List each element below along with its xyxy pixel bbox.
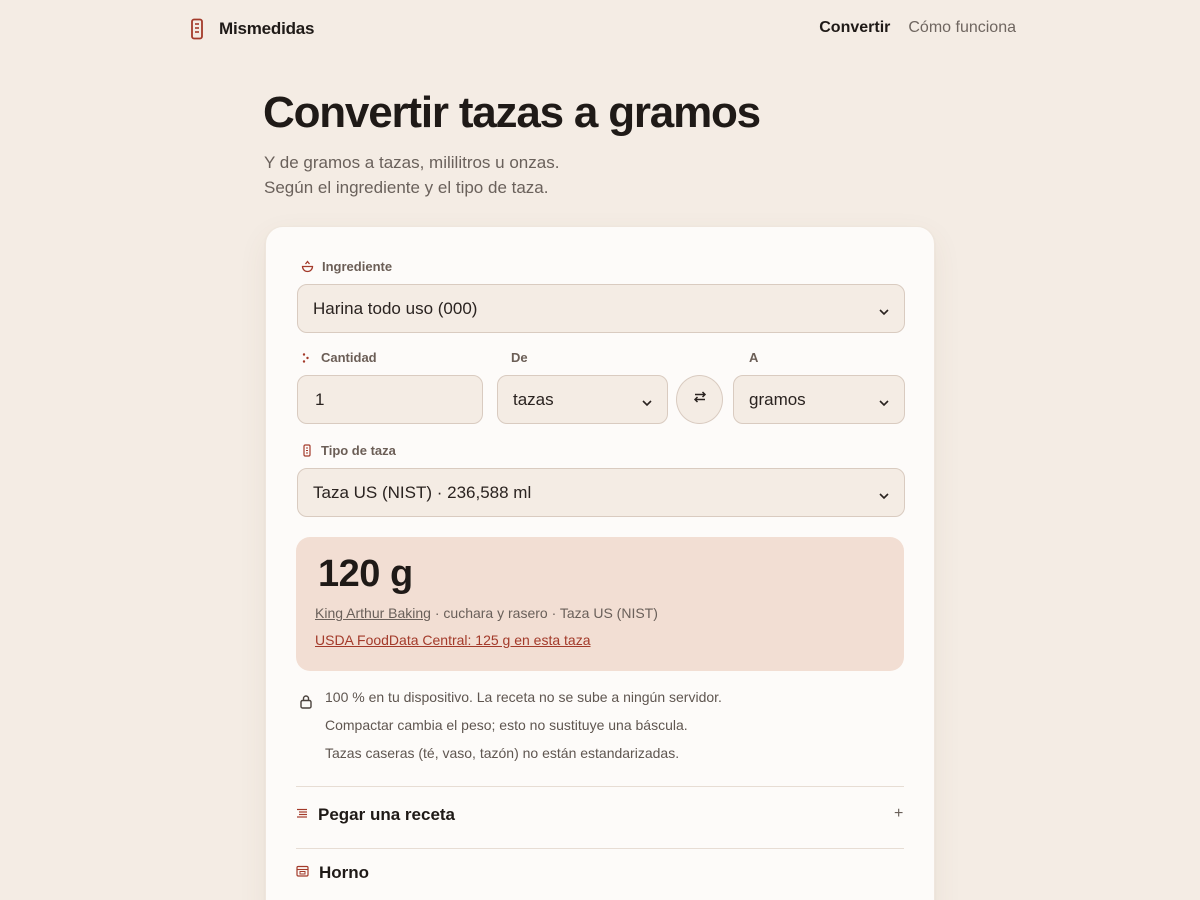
quantity-label: Cantidad [301, 350, 377, 365]
cup-type-label-text: Tipo de taza [321, 443, 396, 458]
cup-type-select[interactable]: Taza US (NIST) · 236,588 ml [297, 468, 905, 517]
result-value: 120 g [318, 553, 413, 595]
paste-recipe-title: Pegar una receta [318, 805, 456, 824]
quantity-value: 1 [315, 389, 325, 409]
top-bar: Mismedidas Convertir Cómo funciona [0, 0, 1200, 60]
brand[interactable]: Mismedidas [189, 18, 315, 40]
chevron-down-icon [641, 394, 653, 414]
quantity-label-text: Cantidad [321, 350, 377, 365]
dots-icon [301, 352, 313, 364]
to-unit-value: gramos [749, 389, 806, 409]
quantity-input[interactable]: 1 [297, 375, 483, 424]
list-icon [296, 806, 308, 824]
main-nav: Convertir Cómo funciona [819, 19, 1016, 37]
chevron-down-icon [878, 394, 890, 414]
divider [296, 786, 904, 787]
chevron-down-icon [878, 303, 890, 323]
divider [296, 848, 904, 849]
page-subtitle: Y de gramos a tazas, mililitros u onzas.… [264, 150, 559, 200]
result-source: King Arthur Baking · cuchara y rasero · … [315, 605, 658, 621]
converter-card: Ingrediente Harina todo uso (000) Cantid… [265, 226, 935, 900]
nav-convertir[interactable]: Convertir [819, 19, 890, 37]
from-unit-select[interactable]: tazas [497, 375, 668, 424]
source-details: · cuchara y rasero · Taza US (NIST) [430, 605, 658, 621]
paste-recipe-toggle[interactable]: Pegar una receta [296, 805, 455, 825]
ingredient-label: Ingrediente [301, 259, 392, 274]
swap-units-button[interactable] [676, 375, 723, 424]
ingredient-select[interactable]: Harina todo uso (000) [297, 284, 905, 333]
oven-title: Horno [319, 863, 370, 882]
brand-name: Mismedidas [219, 19, 315, 38]
ingredient-value: Harina todo uso (000) [313, 298, 478, 318]
chevron-down-icon [878, 487, 890, 507]
cup-type-label: Tipo de taza [301, 443, 396, 458]
subtitle-line-1: Y de gramos a tazas, mililitros u onzas. [264, 153, 560, 172]
result-panel: 120 g King Arthur Baking · cuchara y ras… [296, 537, 904, 671]
ruler-icon [301, 444, 313, 457]
bowl-icon [301, 260, 314, 273]
page-title: Convertir tazas a gramos [263, 88, 761, 137]
oven-section-header: Horno [296, 863, 369, 883]
ingredient-label-text: Ingrediente [322, 259, 393, 274]
subtitle-line-2: Según el ingrediente y el tipo de taza. [264, 178, 549, 197]
nav-como-funciona[interactable]: Cómo funciona [908, 19, 1016, 37]
ruler-icon [189, 18, 205, 40]
oven-icon [296, 864, 309, 882]
cup-type-value: Taza US (NIST) · 236,588 ml [313, 482, 532, 502]
usda-link[interactable]: USDA FoodData Central: 125 g en esta taz… [315, 632, 591, 648]
lock-icon [299, 694, 313, 714]
source-link[interactable]: King Arthur Baking [315, 605, 431, 621]
note-home-cups: Tazas caseras (té, vaso, tazón) no están… [325, 745, 680, 761]
from-label: De [511, 350, 528, 365]
swap-icon [693, 390, 707, 409]
note-compacting: Compactar cambia el peso; esto no sustit… [325, 717, 688, 733]
expand-plus-icon[interactable]: + [894, 805, 903, 823]
to-unit-select[interactable]: gramos [733, 375, 905, 424]
to-label: A [749, 350, 759, 365]
note-privacy: 100 % en tu dispositivo. La receta no se… [325, 689, 722, 705]
from-unit-value: tazas [513, 389, 554, 409]
